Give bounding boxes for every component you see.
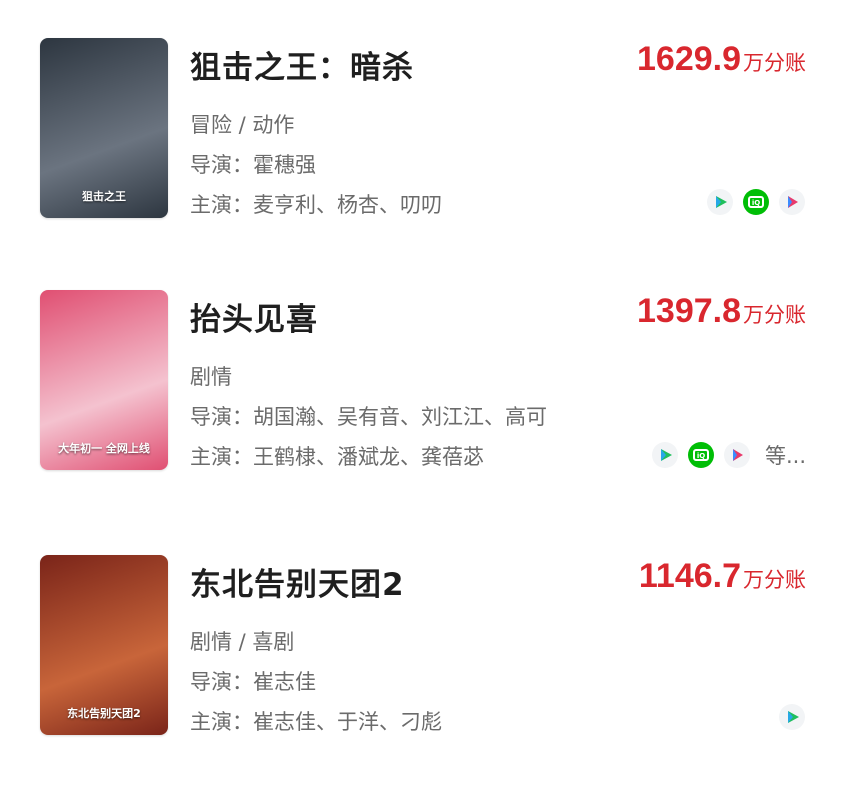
- youku-icon[interactable]: [723, 441, 751, 469]
- box-office-value: 1397.8: [637, 292, 741, 330]
- svg-text:iQ: iQ: [752, 199, 760, 207]
- director-text: 导演：崔志佳: [190, 670, 316, 694]
- cast-text: 主演：王鹤棣、潘斌龙、龚蓓苾: [190, 445, 484, 469]
- more-platforms-label[interactable]: 等...: [765, 440, 806, 470]
- poster-logo: 狙击之王: [82, 190, 126, 203]
- poster-image[interactable]: 大年初一 全网上线: [40, 290, 168, 470]
- cast-text: 主演：崔志佳、于洋、刁彪: [190, 710, 442, 734]
- platform-list: iQ 等...: [651, 440, 806, 470]
- genre-text: 冒险 / 动作: [190, 113, 295, 137]
- movie-title[interactable]: 抬头见喜: [190, 294, 318, 339]
- platform-list: [778, 703, 806, 731]
- genre-text: 剧情: [190, 365, 232, 389]
- tencent-video-icon[interactable]: [651, 441, 679, 469]
- svg-text:iQ: iQ: [697, 452, 705, 460]
- platform-list: iQ: [706, 188, 806, 216]
- director-text: 导演：胡国瀚、吴有音、刘江江、高可: [190, 405, 547, 429]
- director-text: 导演：霍穗强: [190, 153, 316, 177]
- box-office-value: 1146.7: [638, 557, 741, 595]
- poster-image[interactable]: 东北告别天团2: [40, 555, 168, 735]
- genre-text: 剧情 / 喜剧: [190, 630, 295, 654]
- movie-row[interactable]: 狙击之王 狙击之王：暗杀 1629.9万分账 冒险 / 动作 导演：霍穗强 主演…: [0, 38, 848, 238]
- cast-text: 主演：麦亨利、杨杏、叨叨: [190, 193, 442, 217]
- youku-icon[interactable]: [778, 188, 806, 216]
- box-office-unit: 万分账: [743, 51, 806, 75]
- iqiyi-icon[interactable]: iQ: [687, 441, 715, 469]
- box-office-value: 1629.9: [637, 40, 741, 78]
- movie-title[interactable]: 狙击之王：暗杀: [190, 42, 414, 87]
- box-office: 1146.7万分账: [639, 557, 806, 596]
- box-office-unit: 万分账: [743, 303, 806, 327]
- tencent-video-icon[interactable]: [706, 188, 734, 216]
- box-office-unit: 万分账: [743, 568, 806, 592]
- poster-logo: 大年初一 全网上线: [58, 442, 150, 455]
- movie-row[interactable]: 大年初一 全网上线 抬头见喜 1397.8万分账 剧情 导演：胡国瀚、吴有音、刘…: [0, 290, 848, 490]
- box-office: 1629.9万分账: [637, 40, 806, 79]
- poster-image[interactable]: 狙击之王: [40, 38, 168, 218]
- iqiyi-icon[interactable]: iQ: [742, 188, 770, 216]
- tencent-video-icon[interactable]: [778, 703, 806, 731]
- box-office: 1397.8万分账: [637, 292, 806, 331]
- movie-row[interactable]: 东北告别天团2 东北告别天团2 1146.7万分账 剧情 / 喜剧 导演：崔志佳…: [0, 555, 848, 755]
- movie-title[interactable]: 东北告别天团2: [190, 559, 405, 604]
- poster-logo: 东北告别天团2: [67, 707, 141, 720]
